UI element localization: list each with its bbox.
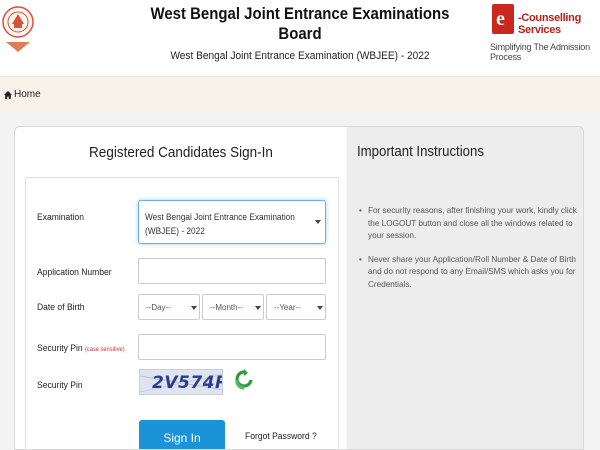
chevron-down-icon bbox=[317, 306, 323, 310]
security-pin-input[interactable] bbox=[138, 334, 326, 360]
dob-day-select[interactable]: --Day-- bbox=[138, 294, 200, 320]
chevron-down-icon bbox=[191, 306, 197, 310]
instructions-panel: Important Instructions For security reas… bbox=[347, 127, 583, 449]
e-counselling-tagline: Simplifying The Admission Process bbox=[490, 42, 590, 62]
examination-label: Examination bbox=[37, 212, 85, 222]
list-item: For security reasons, after finishing yo… bbox=[359, 205, 577, 243]
forgot-password-link[interactable]: Forgot Password ? bbox=[245, 431, 317, 441]
dob-month-value: --Month-- bbox=[210, 303, 243, 312]
signin-button[interactable]: Sign In bbox=[139, 420, 225, 449]
home-icon bbox=[4, 90, 12, 99]
instructions-title: Important Instructions bbox=[357, 143, 484, 160]
instructions-list: For security reasons, after finishing yo… bbox=[359, 205, 577, 302]
dob-month-select[interactable]: --Month-- bbox=[202, 294, 264, 320]
examination-selected-value: West Bengal Joint Entrance Examination (… bbox=[145, 212, 295, 236]
header-title-block: West Bengal Joint Entrance Examinations … bbox=[130, 4, 470, 62]
wbjeeb-logo-icon bbox=[2, 6, 34, 52]
signin-form: Examination West Bengal Joint Entrance E… bbox=[25, 177, 339, 449]
signin-panel: Registered Candidates Sign-In Examinatio… bbox=[15, 127, 347, 449]
home-link[interactable]: Home bbox=[4, 89, 41, 100]
board-title-line1: West Bengal Joint Entrance Examinations bbox=[150, 4, 450, 23]
case-sensitive-note: (case sensitive) bbox=[85, 347, 125, 353]
dob-year-select[interactable]: --Year-- bbox=[266, 294, 326, 320]
nav-bar: Home bbox=[0, 76, 600, 112]
dob-label: Date of Birth bbox=[37, 302, 85, 312]
security-pin-captcha-label: Security Pin bbox=[37, 380, 83, 390]
dob-year-value: --Year-- bbox=[274, 303, 301, 312]
refresh-icon[interactable] bbox=[234, 369, 254, 391]
application-number-label: Application Number bbox=[37, 267, 112, 277]
e-counselling-icon: e bbox=[492, 4, 514, 34]
signin-title: Registered Candidates Sign-In bbox=[89, 144, 273, 161]
examination-select[interactable]: West Bengal Joint Entrance Examination (… bbox=[138, 200, 326, 244]
page-header: West Bengal Joint Entrance Examinations … bbox=[0, 0, 600, 74]
chevron-down-icon bbox=[315, 220, 321, 224]
e-counselling-title: -Counselling Services bbox=[518, 12, 582, 36]
captcha-image: 2V574R bbox=[139, 369, 223, 395]
dob-day-value: --Day-- bbox=[146, 303, 171, 312]
captcha-text: 2V574R bbox=[152, 373, 223, 393]
exam-subtitle: West Bengal Joint Entrance Examination (… bbox=[170, 50, 430, 62]
list-item: Never share your Application/Roll Number… bbox=[359, 254, 577, 292]
application-number-input[interactable] bbox=[138, 258, 326, 284]
chevron-down-icon bbox=[255, 306, 261, 310]
home-link-label: Home bbox=[14, 89, 41, 100]
board-title-line2: Board bbox=[278, 24, 322, 43]
e-counselling-logo: e -Counselling Services Simplifying The … bbox=[488, 2, 600, 62]
signin-card: Registered Candidates Sign-In Examinatio… bbox=[14, 126, 584, 450]
security-pin-input-label: Security Pin (case sensitive) bbox=[37, 343, 125, 353]
